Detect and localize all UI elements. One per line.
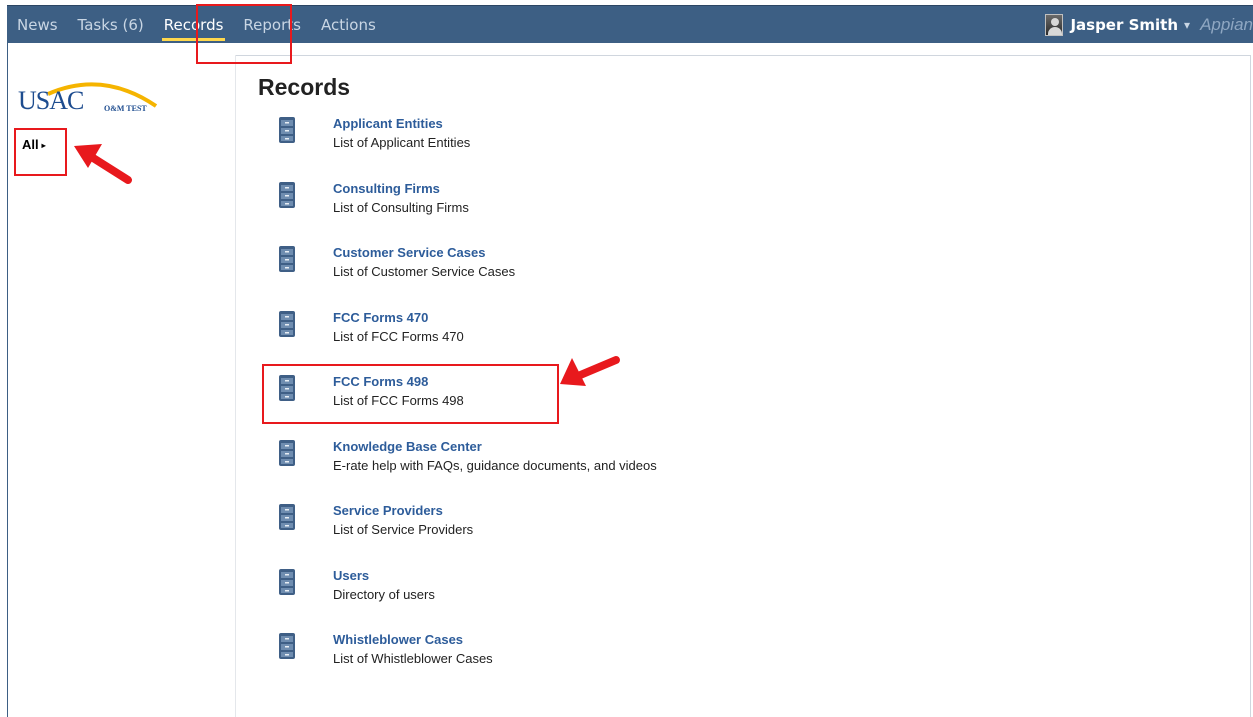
record-cabinet-icon — [279, 504, 295, 530]
logo-text: USAC — [18, 86, 84, 115]
appian-logo: Appian — [1200, 15, 1253, 34]
record-item[interactable]: Customer Service Cases List of Customer S… — [277, 245, 977, 285]
record-item[interactable]: Service Providers List of Service Provide… — [277, 503, 977, 543]
record-description: List of FCC Forms 498 — [333, 393, 464, 408]
record-cabinet-icon — [279, 375, 295, 401]
page-title: Records — [258, 74, 351, 100]
avatar[interactable] — [1045, 14, 1064, 36]
tab-news[interactable]: News — [7, 6, 68, 44]
page-left-border — [7, 43, 8, 717]
annotation-arrow-icon — [560, 356, 620, 386]
record-link[interactable]: Service Providers — [333, 503, 443, 518]
tab-reports[interactable]: Reports — [233, 6, 311, 44]
annotation-box-all-filter — [14, 128, 67, 176]
top-nav-bar: News Tasks (6) Records Reports Actions J… — [7, 5, 1253, 43]
record-link[interactable]: FCC Forms 498 — [333, 374, 428, 389]
record-item[interactable]: Whistleblower Cases List of Whistleblower… — [277, 632, 977, 672]
record-description: List of Service Providers — [333, 522, 474, 537]
nav-tabs: News Tasks (6) Records Reports Actions — [7, 6, 386, 44]
tab-records[interactable]: Records — [154, 6, 234, 44]
record-item[interactable]: Applicant Entities List of Applicant Enti… — [277, 116, 977, 156]
chevron-down-icon[interactable]: ▾ — [1184, 18, 1190, 32]
record-link[interactable]: Users — [333, 568, 369, 583]
record-link[interactable]: Consulting Firms — [333, 181, 440, 196]
usac-logo: USAC O&M TEST — [18, 76, 158, 120]
triangle-right-icon: ▸ — [41, 141, 46, 150]
record-cabinet-icon — [279, 440, 295, 466]
content-right-border — [1250, 55, 1251, 717]
sidebar-divider — [235, 55, 236, 717]
record-cabinet-icon — [279, 633, 295, 659]
record-item[interactable]: Users Directory of users — [277, 568, 977, 608]
record-link[interactable]: Applicant Entities — [333, 116, 443, 131]
content-top-border — [235, 55, 1251, 56]
record-item[interactable]: Knowledge Base Center E-rate help with FA… — [277, 439, 977, 479]
record-description: List of FCC Forms 470 — [333, 329, 464, 344]
record-description: E-rate help with FAQs, guidance document… — [333, 458, 657, 473]
annotation-arrow-icon — [74, 144, 132, 184]
tab-actions[interactable]: Actions — [311, 6, 386, 44]
record-description: List of Customer Service Cases — [333, 264, 516, 279]
tab-tasks[interactable]: Tasks (6) — [68, 6, 154, 44]
record-cabinet-icon — [279, 569, 295, 595]
record-link[interactable]: FCC Forms 470 — [333, 310, 428, 325]
filter-all-label: All — [22, 137, 39, 152]
record-link[interactable]: Knowledge Base Center — [333, 439, 482, 454]
record-cabinet-icon — [279, 246, 295, 272]
user-menu[interactable]: Jasper Smith ▾ Appian — [1045, 6, 1253, 44]
record-cabinet-icon — [279, 117, 295, 143]
record-cabinet-icon — [279, 182, 295, 208]
filter-all-link[interactable]: All ▸ — [22, 137, 46, 152]
record-description: List of Whistleblower Cases — [333, 651, 493, 666]
record-link[interactable]: Whistleblower Cases — [333, 632, 463, 647]
record-item[interactable]: Consulting Firms List of Consulting Firms — [277, 181, 977, 221]
user-name[interactable]: Jasper Smith — [1070, 16, 1178, 34]
record-item[interactable]: FCC Forms 470 List of FCC Forms 470 — [277, 310, 977, 350]
app-frame: News Tasks (6) Records Reports Actions J… — [0, 0, 1253, 717]
record-description: Directory of users — [333, 587, 435, 602]
record-description: List of Consulting Firms — [333, 200, 469, 215]
record-link[interactable]: Customer Service Cases — [333, 245, 485, 260]
record-cabinet-icon — [279, 311, 295, 337]
logo-subtext: O&M TEST — [104, 104, 147, 113]
record-description: List of Applicant Entities — [333, 135, 471, 150]
record-item[interactable]: FCC Forms 498 List of FCC Forms 498 — [277, 374, 977, 414]
